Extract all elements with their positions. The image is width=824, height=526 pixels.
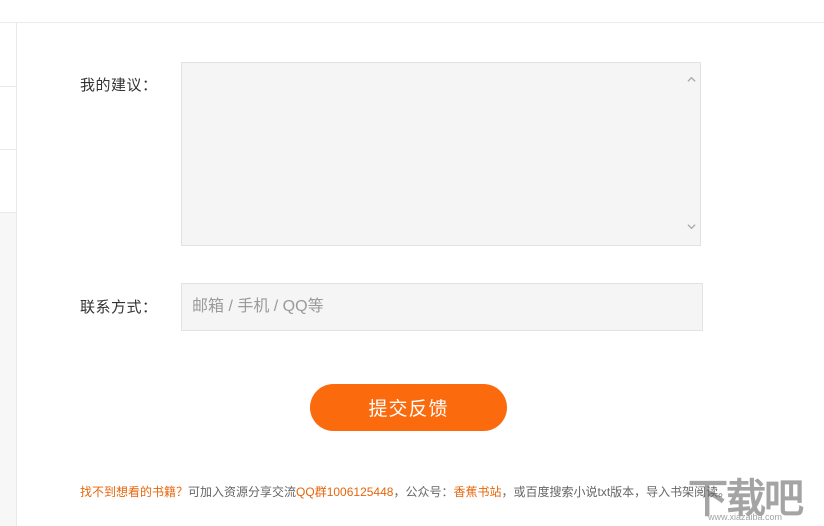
sidebar-item[interactable] [0, 87, 16, 150]
suggestion-field[interactable] [181, 62, 701, 246]
textarea-scrollbar[interactable] [683, 63, 700, 245]
footer-text: 可加入资源分享交流 [188, 485, 297, 499]
contact-input[interactable] [182, 284, 702, 330]
submit-feedback-button[interactable]: 提交反馈 [310, 384, 507, 431]
account-name: 香蕉书站 [453, 485, 502, 499]
footer-note: 找不到想看的书籍？可加入资源分享交流QQ群1006125448，公众号：香蕉书站… [80, 483, 730, 500]
contact-field[interactable] [181, 283, 703, 331]
watermark-logo: 下载吧 www.xiazaiba.com [686, 466, 818, 522]
watermark-url: www.xiazaiba.com [708, 512, 783, 522]
sidebar-item[interactable] [0, 23, 16, 87]
suggestion-textarea[interactable] [182, 63, 684, 245]
qq-group: QQ群1006125448 [296, 485, 394, 499]
chevron-down-icon[interactable] [687, 222, 696, 231]
suggestion-label: 我的建议： [80, 77, 158, 94]
chevron-up-icon[interactable] [687, 75, 696, 84]
sidebar-item[interactable] [0, 150, 16, 213]
contact-label: 联系方式： [80, 299, 158, 316]
footer-link[interactable]: 找不到想看的书籍？ [80, 485, 188, 499]
top-bar [0, 0, 824, 23]
footer-text: ，公众号： [393, 485, 454, 499]
sidebar [0, 23, 17, 526]
